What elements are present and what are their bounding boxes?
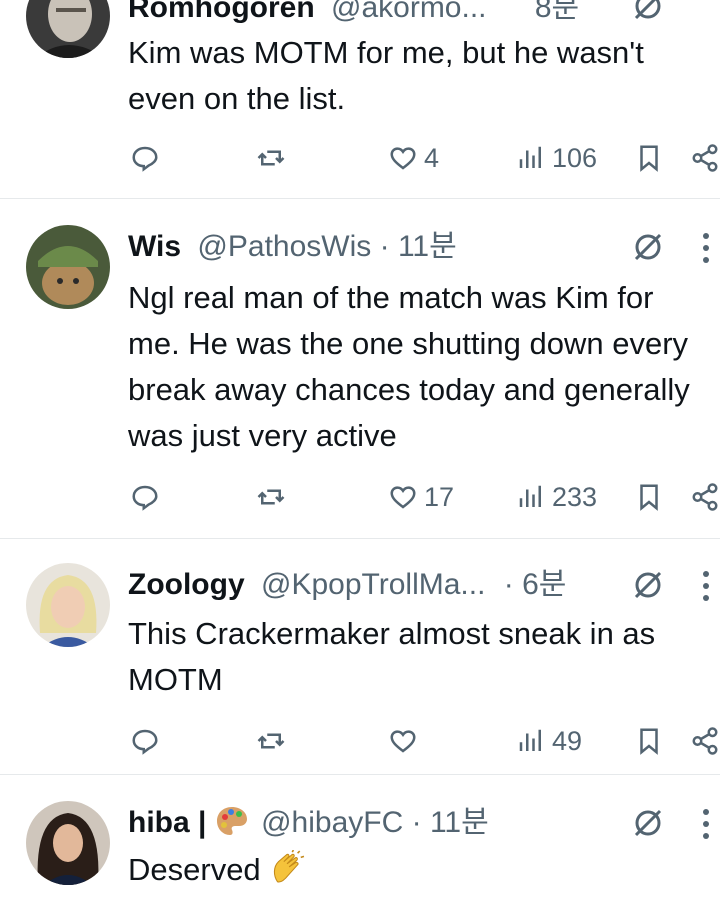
share-button[interactable] (690, 477, 720, 517)
retweet-button[interactable] (256, 477, 286, 517)
like-button[interactable] (388, 721, 418, 761)
views-button[interactable]: 106 (516, 138, 597, 178)
reply-button[interactable] (130, 477, 160, 517)
tweet-text: Kim was MOTM for me, but he wasn't even … (128, 35, 644, 116)
views-icon (519, 146, 541, 168)
retweet-icon (257, 489, 285, 505)
more-options-button[interactable] (700, 809, 712, 839)
author-name[interactable]: Romhogoren (128, 0, 315, 24)
separator: · (503, 568, 514, 601)
avatar[interactable] (26, 563, 110, 647)
share-icon (692, 144, 718, 172)
grok-icon[interactable] (632, 569, 664, 601)
tweet-text: This Crackermaker almost sneak in as MOT… (128, 616, 656, 697)
more-options-button[interactable] (700, 233, 712, 263)
avatar[interactable] (26, 801, 110, 885)
reply-icon (132, 485, 158, 511)
views-icon (519, 485, 541, 507)
views-button[interactable]: 49 (516, 721, 582, 761)
author-name[interactable]: Wis (128, 230, 181, 263)
reply-tweet[interactable]: Zoology @KpopTrollMa... · 6분 This Cracke… (0, 539, 720, 773)
more-options-button[interactable] (700, 571, 712, 601)
tweet-text: Ngl real man of the match was Kim for me… (128, 280, 690, 453)
view-count: 49 (552, 725, 583, 756)
timestamp[interactable]: 11분 (430, 806, 489, 839)
bookmark-icon (640, 484, 658, 511)
author-name[interactable]: hiba | (128, 806, 206, 839)
author-handle[interactable]: @KpopTrollMa... (261, 568, 485, 601)
reply-button[interactable] (130, 721, 160, 761)
like-count: 17 (424, 481, 455, 512)
view-count: 106 (552, 142, 598, 173)
clapping-hands-emoji (274, 850, 305, 883)
reply-icon (132, 729, 158, 755)
heart-icon (390, 730, 416, 753)
bookmark-button[interactable] (634, 477, 664, 517)
grok-icon[interactable] (632, 231, 664, 263)
retweet-button[interactable] (256, 721, 286, 761)
avatar[interactable] (26, 0, 110, 58)
like-count: 4 (424, 142, 440, 173)
retweet-icon (257, 733, 285, 749)
heart-icon (390, 147, 416, 170)
bookmark-button[interactable] (634, 138, 664, 178)
author-handle[interactable]: @PathosWis (197, 230, 371, 263)
avatar[interactable] (26, 225, 110, 309)
bookmark-icon (640, 728, 658, 755)
views-icon (519, 729, 541, 751)
grok-icon[interactable] (632, 0, 664, 22)
reply-tweet[interactable]: Wis @PathosWis · 11분 Ngl real man of the… (0, 199, 720, 537)
reply-tweet[interactable]: Romhogoren @akormo... 8분 Kim was MOTM fo… (0, 0, 720, 198)
like-button[interactable]: 4 (388, 138, 439, 178)
grok-icon[interactable] (632, 807, 664, 839)
author-handle[interactable]: @akormo... (331, 0, 487, 24)
author-name[interactable]: Zoology (128, 568, 245, 601)
heart-icon (390, 486, 416, 509)
palette-emoji (216, 807, 247, 835)
author-handle[interactable]: @hibayFC (261, 806, 403, 839)
bookmark-icon (640, 145, 658, 172)
share-button[interactable] (690, 138, 720, 178)
timestamp[interactable]: 8분 (535, 0, 579, 24)
view-count: 233 (552, 481, 598, 512)
timestamp[interactable]: 6분 (522, 568, 566, 601)
views-button[interactable]: 233 (516, 477, 597, 517)
reply-button[interactable] (130, 138, 160, 178)
timestamp[interactable]: 11분 (398, 230, 457, 263)
separator: · (379, 230, 390, 263)
share-icon (692, 727, 718, 755)
share-button[interactable] (690, 721, 720, 761)
share-icon (692, 483, 718, 511)
reply-icon (132, 146, 158, 172)
tweet-text: Deserved (128, 852, 261, 887)
retweet-button[interactable] (256, 138, 286, 178)
like-button[interactable]: 17 (388, 477, 454, 517)
bookmark-button[interactable] (634, 721, 664, 761)
reply-tweet[interactable]: hiba | @hibayFC · 11분 Deserved (0, 775, 720, 912)
retweet-icon (257, 150, 285, 166)
separator: · (411, 806, 422, 839)
